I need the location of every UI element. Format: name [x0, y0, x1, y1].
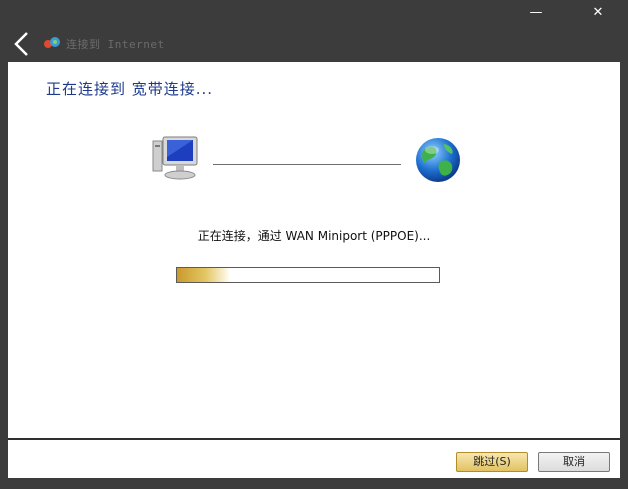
- window-title: 连接到 Internet: [66, 38, 165, 51]
- connection-line: [213, 164, 401, 165]
- page-heading: 正在连接到 宽带连接...: [46, 80, 214, 98]
- back-arrow-icon[interactable]: [10, 30, 34, 58]
- computer-icon: [152, 136, 198, 180]
- main-panel: 正在连接到 宽带连接... 正在连接，通过 WAN Miniport (PPPO…: [8, 62, 620, 438]
- cancel-button[interactable]: 取消: [538, 452, 610, 472]
- skip-button[interactable]: 跳过(S): [456, 452, 528, 472]
- globe-icon: [416, 138, 460, 182]
- network-icon: [44, 37, 60, 48]
- minimize-button[interactable]: —: [522, 2, 550, 24]
- title-bar: — ✕: [0, 0, 628, 28]
- progress-fill: [177, 268, 230, 282]
- close-button[interactable]: ✕: [584, 2, 612, 24]
- navigation-bar: 连接到 Internet: [0, 28, 628, 62]
- connection-status: 正在连接，通过 WAN Miniport (PPPOE)...: [197, 229, 431, 243]
- progress-bar: [176, 267, 440, 283]
- dialog-footer: 跳过(S) 取消: [8, 438, 620, 478]
